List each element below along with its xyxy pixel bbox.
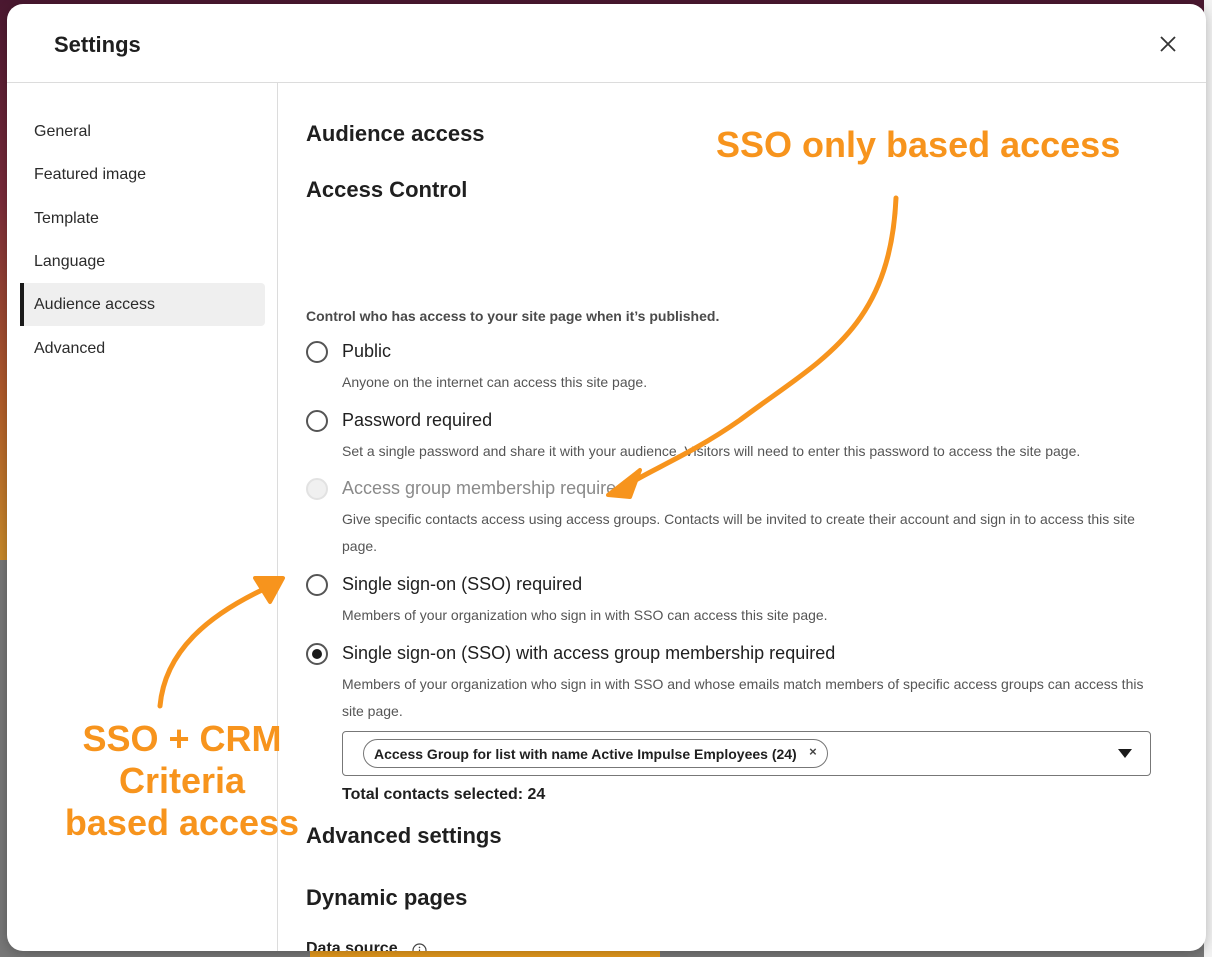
modal-header: Settings xyxy=(7,4,1206,83)
access-group-select[interactable]: Access Group for list with name Active I… xyxy=(342,731,1151,776)
option-description: Members of your organization who sign in… xyxy=(342,607,828,623)
sidebar-item-label: Audience access xyxy=(34,295,155,313)
option-label[interactable]: Single sign-on (SSO) required xyxy=(342,574,582,595)
dynamic-pages-title: Dynamic pages xyxy=(306,885,468,910)
option-description: Members of your organization who sign in… xyxy=(342,676,1144,719)
tag-label: Access Group for list with name Active I… xyxy=(374,745,797,762)
data-source-label: Data source xyxy=(306,940,398,951)
option-description: Set a single password and share it with … xyxy=(342,443,1081,459)
sidebar-item-language[interactable]: Language xyxy=(20,240,265,283)
annotation-sso-only: SSO only based access xyxy=(716,124,1121,165)
option-description: Give specific contacts access using acce… xyxy=(342,511,1135,554)
sidebar-item-advanced[interactable]: Advanced xyxy=(20,327,265,370)
sidebar-item-general[interactable]: General xyxy=(20,110,265,153)
sidebar-item-featured-image[interactable]: Featured image xyxy=(20,153,265,196)
option-label: Access group membership required xyxy=(342,478,627,498)
annotation-line-1: SSO + CRM Criteria xyxy=(82,718,282,801)
info-icon[interactable] xyxy=(412,943,427,951)
sidebar-item-audience-access[interactable]: Audience access xyxy=(20,283,265,326)
radio-public[interactable] xyxy=(306,341,328,363)
annotation-sso-crm: SSO + CRM Criteria based access xyxy=(22,718,342,844)
close-button[interactable] xyxy=(1158,34,1178,54)
radio-sso-with-access-group[interactable] xyxy=(306,643,328,665)
settings-content: Audience access Access Control Control w… xyxy=(306,83,1206,951)
annotation-line-2: based access xyxy=(64,802,300,843)
sidebar-item-label: Language xyxy=(34,252,106,270)
option-label[interactable]: Single sign-on (SSO) with access group m… xyxy=(342,643,835,664)
section-title: Audience access xyxy=(306,121,485,146)
modal-title: Settings xyxy=(54,32,141,57)
sidebar-item-label: Template xyxy=(34,209,99,227)
sidebar-item-label: Featured image xyxy=(34,165,147,183)
remove-tag-button[interactable]: × xyxy=(809,744,817,759)
radio-password-required[interactable] xyxy=(306,410,328,432)
help-text: Control who has access to your site page… xyxy=(306,308,720,324)
option-label[interactable]: Password required xyxy=(342,410,492,431)
sidebar-item-label: General xyxy=(34,122,91,140)
radio-sso-required[interactable] xyxy=(306,574,328,596)
selected-access-group-tag: Access Group for list with name Active I… xyxy=(363,739,828,768)
sidebar-item-label: Advanced xyxy=(34,339,106,357)
chevron-down-icon[interactable] xyxy=(1118,749,1132,758)
subsection-title: Access Control xyxy=(306,177,468,202)
total-contacts: Total contacts selected: 24 xyxy=(342,786,546,803)
sidebar-item-template[interactable]: Template xyxy=(20,197,265,240)
option-description: Anyone on the internet can access this s… xyxy=(342,374,648,390)
background-orange-strip xyxy=(310,950,660,957)
option-label[interactable]: Public xyxy=(342,341,391,362)
radio-access-group-membership xyxy=(306,478,328,500)
close-icon xyxy=(1160,36,1176,52)
